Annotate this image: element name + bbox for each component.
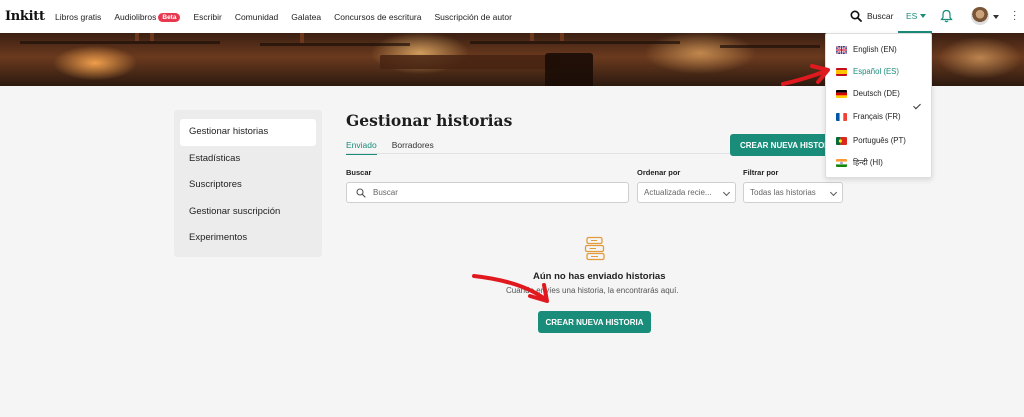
annotation-overlay — [472, 64, 830, 303]
